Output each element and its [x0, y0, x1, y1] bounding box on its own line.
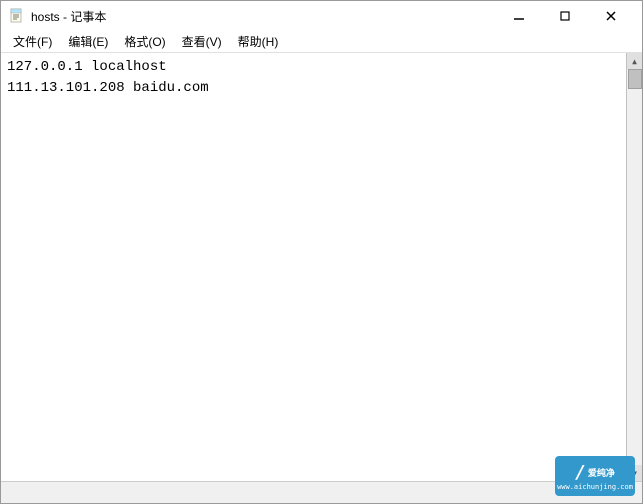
menu-edit[interactable]: 编辑(E) [60, 31, 116, 52]
scrollbar-track [627, 69, 642, 465]
close-button[interactable] [588, 1, 634, 31]
vertical-scrollbar[interactable]: ▲ ▼ [626, 53, 642, 481]
status-bar [1, 481, 642, 503]
menu-format[interactable]: 格式(O) [116, 31, 173, 52]
menu-file[interactable]: 文件(F) [5, 31, 60, 52]
watermark-brand: 爱纯净 [588, 466, 615, 479]
notepad-icon [9, 8, 25, 24]
watermark-site: www.aichunjing.com [557, 483, 633, 491]
watermark-slash-icon: / [575, 462, 586, 483]
editor-area: 127.0.0.1 localhost 111.13.101.208 baidu… [1, 53, 642, 481]
menu-bar: 文件(F) 编辑(E) 格式(O) 查看(V) 帮助(H) [1, 31, 642, 53]
watermark-box: / 爱纯净 www.aichunjing.com [555, 456, 635, 496]
title-bar-left: hosts - 记事本 [9, 8, 106, 25]
scrollbar-thumb[interactable] [628, 69, 642, 89]
text-editor[interactable]: 127.0.0.1 localhost 111.13.101.208 baidu… [1, 53, 626, 481]
minimize-button[interactable] [496, 1, 542, 31]
menu-help[interactable]: 帮助(H) [230, 31, 287, 52]
window-controls [496, 1, 634, 31]
watermark: / 爱纯净 www.aichunjing.com [555, 456, 635, 496]
notepad-window: hosts - 记事本 文件(F) 编辑(E) 格式(O) 查看(V) 帮助(H… [0, 0, 643, 504]
title-bar: hosts - 记事本 [1, 1, 642, 31]
scroll-up-button[interactable]: ▲ [627, 53, 643, 69]
watermark-logo: / 爱纯净 [575, 462, 615, 483]
maximize-button[interactable] [542, 1, 588, 31]
window-title: hosts - 记事本 [31, 8, 106, 25]
menu-view[interactable]: 查看(V) [174, 31, 230, 52]
